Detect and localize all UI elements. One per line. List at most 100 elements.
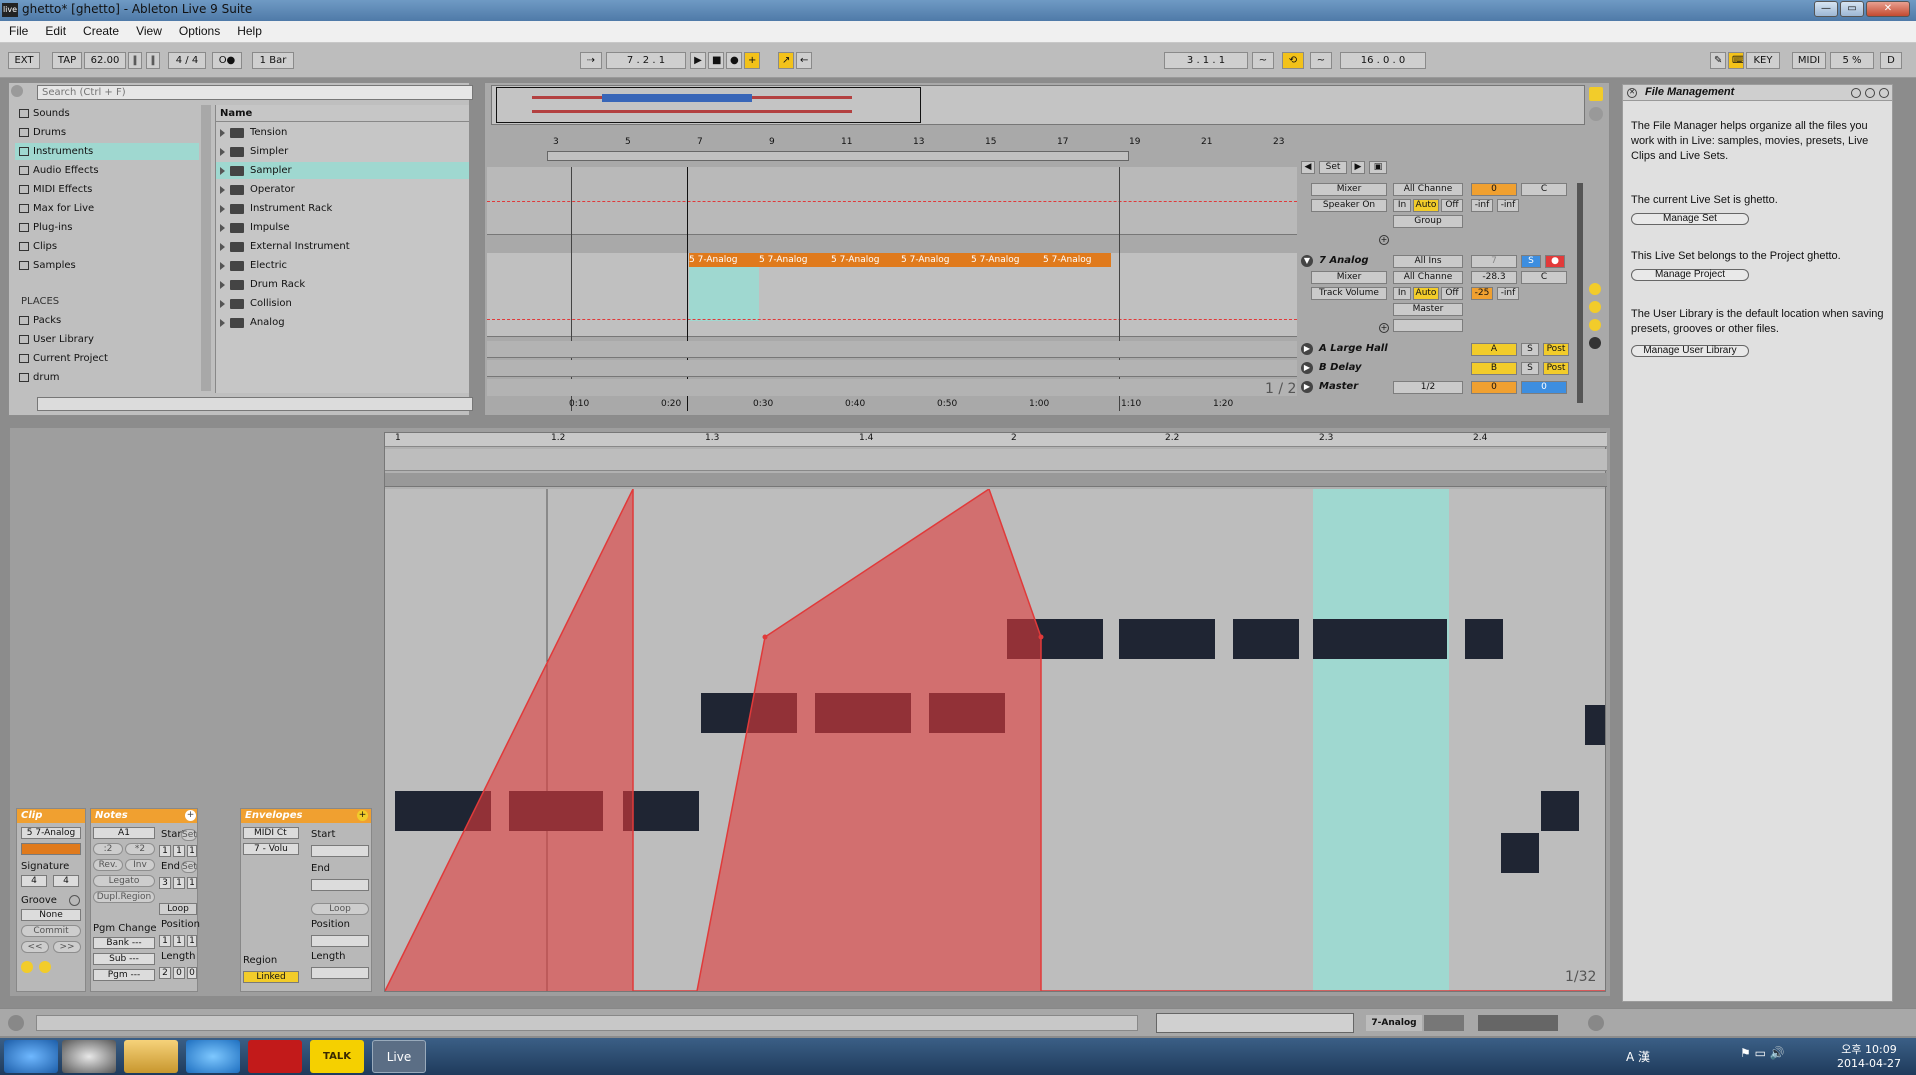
envelope-position-field[interactable]	[311, 935, 369, 947]
groove-hot-swap-icon[interactable]	[69, 895, 80, 906]
browser-preview-bar[interactable]	[37, 397, 473, 411]
internet-explorer-icon[interactable]	[186, 1040, 240, 1073]
envelope-breakpoint-1[interactable]	[762, 634, 768, 640]
analog-output-channel[interactable]	[1393, 319, 1463, 332]
linked-button[interactable]: Linked	[243, 971, 299, 983]
clip-selection[interactable]	[689, 267, 759, 321]
clip-prev-button[interactable]: <<	[21, 941, 49, 953]
expand-icon[interactable]	[220, 167, 225, 175]
expand-icon[interactable]	[220, 186, 225, 194]
info-close-icon[interactable]: ✕	[1627, 88, 1637, 98]
note-15[interactable]	[1585, 705, 1605, 745]
clock-time[interactable]: 오후 10:09	[1834, 1041, 1904, 1057]
hide-arrangement-icon[interactable]	[1589, 87, 1603, 101]
category-audio-effects[interactable]: Audio Effects	[15, 162, 205, 179]
commit-groove-button[interactable]: Commit	[21, 925, 81, 937]
tempo-field[interactable]: 62.00	[84, 52, 126, 69]
envelope-device-dropdown[interactable]: MIDI Ct	[243, 827, 299, 839]
pgm-field[interactable]: Pgm ---	[93, 969, 155, 981]
position-beat[interactable]: 1	[173, 935, 185, 947]
item-external-instrument[interactable]: External Instrument	[216, 238, 469, 255]
info-home-icon[interactable]	[1879, 88, 1889, 98]
category-plugins[interactable]: Plug-ins	[15, 219, 205, 236]
item-tension[interactable]: Tension	[216, 124, 469, 141]
expand-icon[interactable]	[220, 319, 225, 327]
overview-bar[interactable]	[491, 85, 1585, 125]
top-track-volume[interactable]: 0	[1471, 183, 1517, 196]
manage-set-button[interactable]: Manage Set	[1631, 213, 1749, 225]
envelope-toggle-icon[interactable]	[39, 961, 51, 973]
clip-overview[interactable]	[1156, 1013, 1354, 1033]
length-beat[interactable]: 0	[173, 967, 185, 979]
top-track-device-dropdown[interactable]: Mixer	[1311, 183, 1387, 196]
note-grid[interactable]	[385, 489, 1605, 991]
expand-icon[interactable]	[220, 262, 225, 270]
delay-lane[interactable]	[487, 360, 1297, 377]
top-track-param-dropdown[interactable]: Speaker On	[1311, 199, 1387, 212]
length-sixteenth[interactable]: 0	[187, 967, 197, 979]
analog-volume[interactable]: -28.3	[1471, 271, 1517, 284]
loop-brace[interactable]	[547, 151, 1129, 161]
half-length-button[interactable]: :2	[93, 843, 123, 855]
place-current-project[interactable]: Current Project	[15, 350, 205, 367]
note-12[interactable]	[1465, 619, 1503, 659]
nudge-down-icon[interactable]: ‖	[128, 52, 142, 69]
sends-toggle-icon[interactable]	[1589, 301, 1601, 313]
analog-device-dropdown[interactable]: Mixer	[1311, 271, 1387, 284]
punch-in-icon[interactable]: ~	[1252, 52, 1274, 69]
analog-track-lane[interactable]: 5 7-Analog 5 7-Analog 5 7-Analog 5 7-Ana…	[487, 253, 1297, 337]
selected-track-name[interactable]: 7-Analog	[1366, 1015, 1422, 1031]
clip-color-dropdown[interactable]	[21, 843, 81, 855]
bar-ruler[interactable]: 3 5 7 9 11 13 15 17 19 21 23	[491, 137, 1299, 149]
item-collision[interactable]: Collision	[216, 295, 469, 312]
clip-name-field[interactable]: 5 7-Analog	[21, 827, 81, 839]
editor-ruler[interactable]: 1 1.2 1.3 1.4 2 2.2 2.3 2.4	[385, 433, 1607, 447]
analog-channel-dropdown[interactable]: All Channe	[1393, 271, 1463, 284]
menu-help[interactable]: Help	[228, 21, 270, 38]
item-operator[interactable]: Operator	[216, 181, 469, 198]
chrome-icon[interactable]	[62, 1040, 116, 1073]
signature-field[interactable]: 4 / 4	[168, 52, 206, 69]
info-back-icon[interactable]	[1851, 88, 1861, 98]
device-overview-2[interactable]	[1478, 1015, 1558, 1031]
loop-region[interactable]	[1313, 489, 1449, 991]
expand-icon[interactable]	[220, 300, 225, 308]
category-sounds[interactable]: Sounds	[15, 105, 205, 122]
groove-dropdown[interactable]: None	[21, 909, 81, 921]
menu-file[interactable]: File	[0, 21, 36, 38]
master-track-name[interactable]: Master	[1319, 381, 1358, 392]
place-drum[interactable]: drum	[15, 369, 205, 386]
maximize-button[interactable]: ▭	[1840, 1, 1864, 17]
reenable-automation-icon[interactable]: ←	[796, 52, 812, 69]
envelopes-fold-icon[interactable]: +	[357, 810, 368, 821]
menu-create[interactable]: Create	[74, 21, 127, 38]
view-toggle-icon[interactable]	[1589, 107, 1603, 121]
large-hall-lane[interactable]	[487, 341, 1297, 358]
master-lane[interactable]	[487, 379, 1297, 396]
automation-arm-icon[interactable]: ↗	[778, 52, 794, 69]
signature-denominator[interactable]: 4	[53, 875, 79, 887]
analog-automation-value[interactable]: -25	[1471, 287, 1493, 300]
end-sixteenth[interactable]: 1	[187, 877, 197, 889]
add-lane-icon[interactable]: +	[1379, 235, 1389, 245]
note-key-field[interactable]: A1	[93, 827, 155, 839]
category-max-for-live[interactable]: Max for Live	[15, 200, 205, 217]
overdub-icon[interactable]: +	[744, 52, 760, 69]
categories-scrollbar[interactable]	[201, 105, 211, 391]
analog-pan[interactable]: C	[1521, 271, 1567, 284]
locator-icon[interactable]: ▣	[1369, 161, 1387, 174]
envelope-breakpoint-2[interactable]	[1038, 634, 1044, 640]
double-length-button[interactable]: *2	[125, 843, 155, 855]
info-toggle-icon[interactable]	[8, 1015, 24, 1031]
large-hall-send[interactable]: A	[1471, 343, 1517, 356]
manage-project-button[interactable]: Manage Project	[1631, 269, 1749, 281]
metronome-button[interactable]: O●	[212, 52, 242, 69]
play-icon[interactable]: ▶	[690, 52, 706, 69]
duplicate-region-button[interactable]: Dupl.Region	[93, 891, 155, 903]
analog-param-dropdown[interactable]: Track Volume	[1311, 287, 1387, 300]
column-header-name[interactable]: Name	[216, 105, 469, 122]
menu-view[interactable]: View	[127, 21, 170, 38]
back-to-arrangement-icon[interactable]: ◀	[1301, 161, 1315, 174]
analog-output-dropdown[interactable]: Master	[1393, 303, 1463, 316]
envelope-control-dropdown[interactable]: 7 - Volu	[243, 843, 299, 855]
